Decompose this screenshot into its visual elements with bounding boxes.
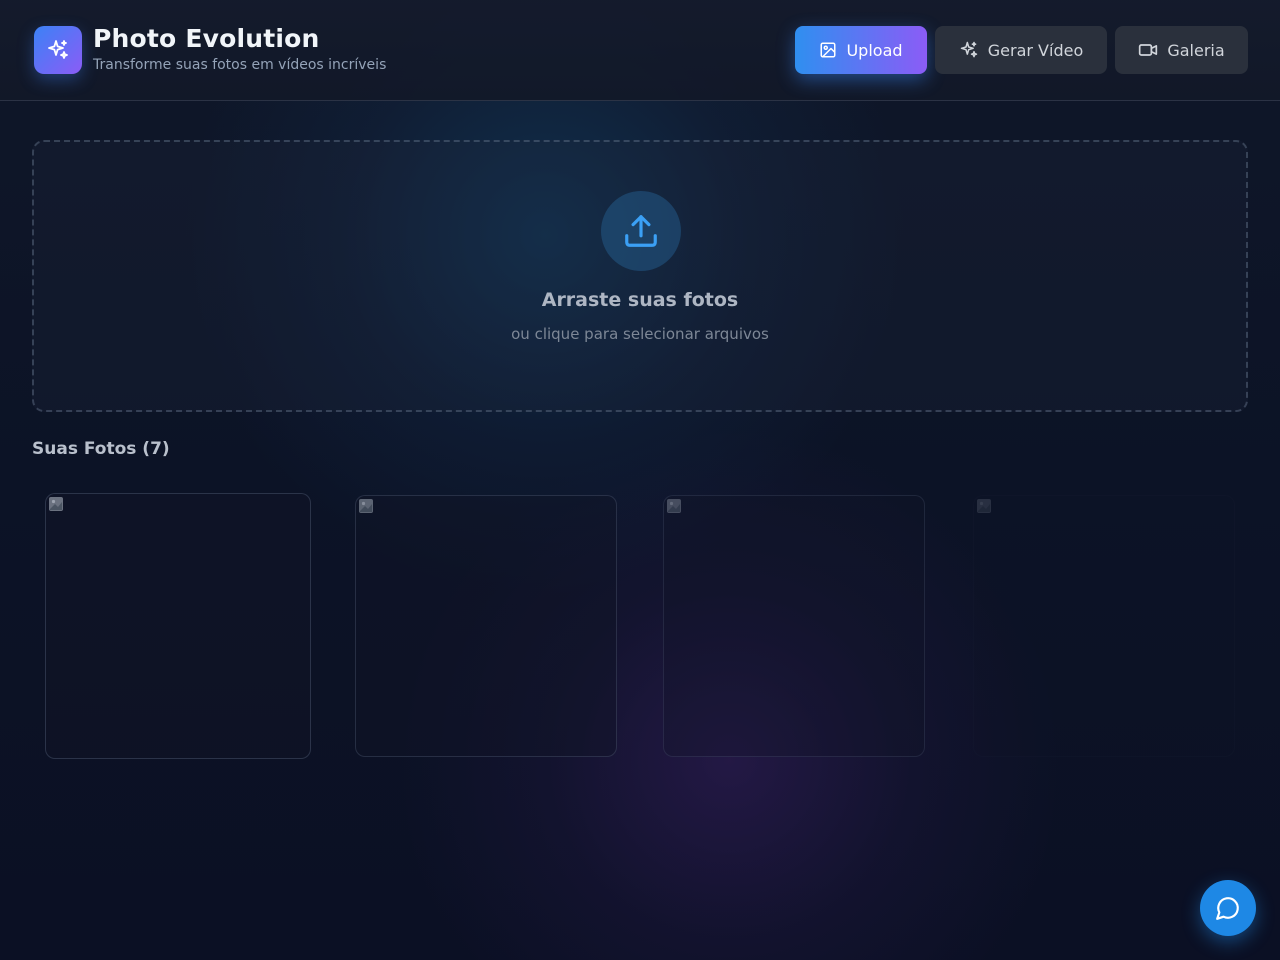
- image-icon: [820, 42, 836, 58]
- app-title: Photo Evolution: [93, 24, 320, 53]
- chat-bubble-icon: [1216, 897, 1239, 920]
- app-subtitle: Transforme suas fotos em vídeos incrívei…: [93, 57, 387, 73]
- gallery-button-label: Galeria: [1167, 40, 1225, 60]
- generate-video-button-label: Gerar Vídeo: [987, 40, 1084, 60]
- broken-image-icon: [49, 497, 63, 511]
- broken-image-icon: [667, 499, 681, 513]
- dropzone-title: Arraste suas fotos: [541, 289, 739, 311]
- upload-button[interactable]: Upload: [795, 26, 927, 74]
- upload-icon: [625, 215, 657, 247]
- upload-icon-circle: [601, 191, 681, 271]
- sparkles-icon: [48, 40, 68, 59]
- photo-card[interactable]: [973, 495, 1235, 757]
- sparkles-icon: [960, 41, 978, 58]
- app-logo: [34, 26, 82, 74]
- broken-image-icon: [359, 499, 373, 513]
- app-header: Photo Evolution Transforme suas fotos em…: [0, 0, 1280, 101]
- photo-dropzone[interactable]: Arraste suas fotos ou clique para seleci…: [32, 140, 1248, 412]
- photos-section-title: Suas Fotos (7): [32, 439, 170, 459]
- upload-button-label: Upload: [846, 40, 903, 60]
- photo-card[interactable]: [45, 493, 311, 759]
- broken-image-icon: [977, 499, 991, 513]
- dropzone-subtitle: ou clique para selecionar arquivos: [511, 325, 769, 343]
- photo-card[interactable]: [355, 495, 617, 757]
- chat-button[interactable]: [1200, 880, 1256, 936]
- video-camera-icon: [1139, 44, 1158, 56]
- generate-video-button[interactable]: Gerar Vídeo: [935, 26, 1107, 74]
- gallery-button[interactable]: Galeria: [1115, 26, 1248, 74]
- photo-card[interactable]: [663, 495, 925, 757]
